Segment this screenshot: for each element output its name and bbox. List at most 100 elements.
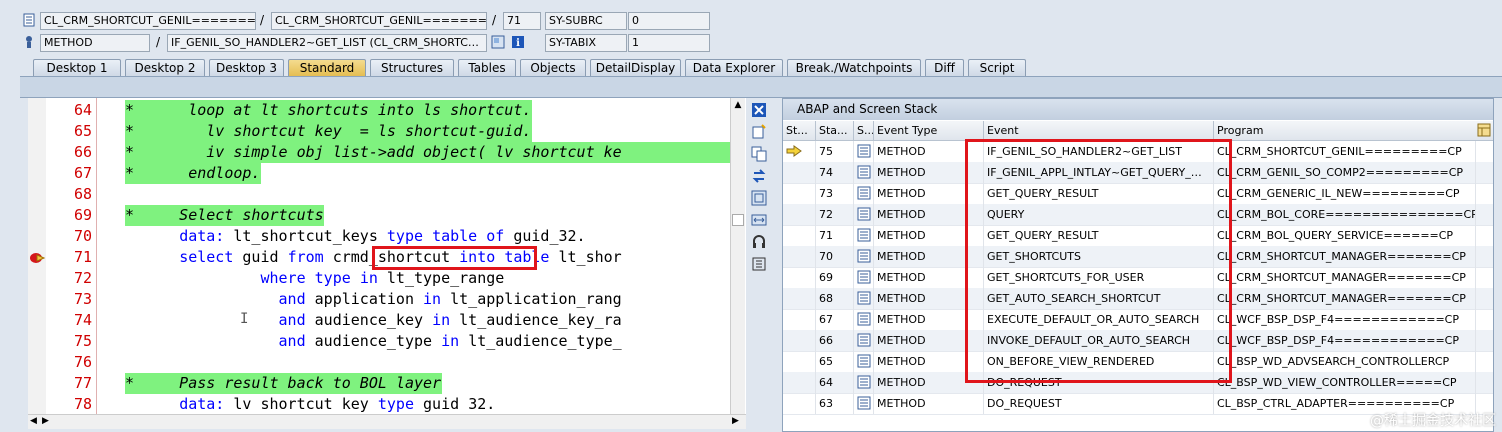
tab-script[interactable]: Script	[968, 59, 1026, 76]
source-code-icon[interactable]	[857, 375, 871, 389]
source-code-icon[interactable]	[857, 396, 871, 410]
info-icon[interactable]: i	[511, 35, 525, 49]
display-source-icon[interactable]	[491, 35, 505, 49]
event-name[interactable]: EXECUTE_DEFAULT_OR_AUTO_SEARCH	[984, 309, 1214, 330]
code-comment-line[interactable]: * Pass result back to BOL layer	[125, 373, 442, 394]
tab-detaildisplay[interactable]: DetailDisplay	[590, 59, 681, 76]
editor-horizontal-scrollbar[interactable]: ◀ ▶ ▶	[28, 414, 746, 429]
source-code-icon[interactable]	[857, 249, 871, 263]
event-name[interactable]: GET_QUERY_RESULT	[984, 183, 1214, 204]
tab-desktop-2[interactable]: Desktop 2	[125, 59, 205, 76]
tab-objects[interactable]: Objects	[520, 59, 586, 76]
code-comment-line[interactable]: * Select shortcuts	[125, 205, 325, 226]
copy-icon[interactable]	[751, 146, 767, 162]
settings-icon[interactable]	[751, 256, 767, 272]
column-header[interactable]: St...	[783, 121, 816, 140]
line-field[interactable]: 71	[503, 12, 541, 30]
headset-icon[interactable]	[751, 234, 767, 250]
event-name[interactable]: INVOKE_DEFAULT_OR_AUTO_SEARCH	[984, 330, 1214, 351]
source-cell[interactable]	[854, 183, 874, 204]
source-cell[interactable]	[854, 330, 874, 351]
event-name[interactable]: IF_GENIL_APPL_INTLAY~GET_QUERY_…	[984, 162, 1214, 183]
close-icon[interactable]	[751, 102, 767, 118]
code-line[interactable]: data: lt_shortcut_keys type table of gui…	[125, 226, 730, 247]
editor-vertical-scrollbar[interactable]: ▲	[730, 98, 745, 414]
source-cell[interactable]	[854, 162, 874, 183]
event-name[interactable]: DO_REQUEST	[984, 372, 1214, 393]
stack-row[interactable]: 73 METHOD GET_QUERY_RESULT CL_CRM_GENERIC_I…	[783, 183, 1493, 205]
event-type-field[interactable]: METHOD	[40, 34, 150, 52]
stack-row[interactable]: 66 METHOD INVOKE_DEFAULT_OR_AUTO_SEARCH CL_…	[783, 330, 1493, 352]
source-code-icon[interactable]	[857, 270, 871, 284]
sy-subrc-value[interactable]: 0	[628, 12, 710, 30]
event-name[interactable]: GET_AUTO_SEARCH_SHORTCUT	[984, 288, 1214, 309]
scroll-up-icon[interactable]: ▲	[732, 100, 744, 110]
column-header[interactable]: Sta...	[816, 121, 854, 140]
code-line[interactable]: and audience_type in lt_audience_type_	[125, 331, 730, 352]
code-comment-line[interactable]: * iv simple obj list->add object( lv sho…	[125, 142, 730, 163]
stack-row[interactable]: 70 METHOD GET_SHORTCUTS CL_CRM_SHORTCUT_MAN…	[783, 246, 1493, 268]
scroll-right-icon[interactable]: ▶	[42, 415, 49, 428]
source-cell[interactable]	[854, 267, 874, 288]
tab-diff[interactable]: Diff	[925, 59, 964, 76]
code-line[interactable]: where type in lt_type_range	[125, 268, 730, 289]
event-name[interactable]: ON_BEFORE_VIEW_RENDERED	[984, 351, 1214, 372]
stack-row[interactable]: 65 METHOD ON_BEFORE_VIEW_RENDERED CL_BSP_WD…	[783, 351, 1493, 373]
source-cell[interactable]	[854, 204, 874, 225]
source-cell[interactable]	[854, 288, 874, 309]
tab-desktop-3[interactable]: Desktop 3	[209, 59, 284, 76]
stack-row[interactable]: 69 METHOD GET_SHORTCUTS_FOR_USER CL_CRM_SHO…	[783, 267, 1493, 289]
maximize-icon[interactable]	[751, 190, 767, 206]
scroll-right-end-icon[interactable]: ▶	[732, 415, 739, 428]
event-name[interactable]: IF_GENIL_SO_HANDLER2~GET_LIST	[984, 141, 1214, 162]
source-code-icon[interactable]	[857, 228, 871, 242]
source-cell[interactable]	[854, 141, 874, 162]
resize-icon[interactable]	[751, 212, 767, 228]
tab-tables[interactable]: Tables	[458, 59, 516, 76]
stack-row[interactable]: 67 METHOD EXECUTE_DEFAULT_OR_AUTO_SEARCH CL…	[783, 309, 1493, 331]
stack-row[interactable]: 75 METHOD IF_GENIL_SO_HANDLER2~GET_LIST CL_…	[783, 141, 1493, 163]
stack-row[interactable]: 68 METHOD GET_AUTO_SEARCH_SHORTCUT CL_CRM_S…	[783, 288, 1493, 310]
scroll-left-icon[interactable]: ◀	[30, 415, 37, 428]
stack-row[interactable]: 72 METHOD QUERY CL_CRM_BOL_CORE============…	[783, 204, 1493, 226]
tab-data-explorer[interactable]: Data Explorer	[685, 59, 783, 76]
source-code-icon[interactable]	[857, 186, 871, 200]
code-line[interactable]: and audience_key in lt_audience_key_ra	[125, 310, 730, 331]
source-cell[interactable]	[854, 393, 874, 414]
column-header[interactable]: Program	[1214, 121, 1493, 140]
stack-row[interactable]: 74 METHOD IF_GENIL_APPL_INTLAY~GET_QUERY_……	[783, 162, 1493, 184]
event-name[interactable]: DO_REQUEST	[984, 393, 1214, 414]
code-comment-line[interactable]: * loop at lt shortcuts into ls shortcut.	[125, 100, 533, 121]
source-code-icon[interactable]	[857, 354, 871, 368]
stack-row[interactable]: 71 METHOD GET_QUERY_RESULT CL_CRM_BOL_QUERY…	[783, 225, 1493, 247]
source-cell[interactable]	[854, 351, 874, 372]
include-field[interactable]: CL_CRM_SHORTCUT_GENIL========…	[271, 12, 487, 30]
event-field[interactable]: IF_GENIL_SO_HANDLER2~GET_LIST (CL_CRM_SH…	[167, 34, 487, 52]
column-header[interactable]: Event	[984, 121, 1214, 140]
tab-break-watchpoints[interactable]: Break./Watchpoints	[787, 59, 921, 76]
scroll-thumb[interactable]	[732, 214, 744, 226]
tab-desktop-1[interactable]: Desktop 1	[33, 59, 121, 76]
code-line[interactable]: select guid from crmd_shortcut into tabl…	[125, 247, 730, 268]
tab-structures[interactable]: Structures	[370, 59, 454, 76]
code-line[interactable]: and application in lt_application_rang	[125, 289, 730, 310]
source-code-icon[interactable]	[857, 144, 871, 158]
breakpoint-icon[interactable]	[29, 251, 45, 265]
new-icon[interactable]	[751, 124, 767, 140]
source-cell[interactable]	[854, 225, 874, 246]
column-header[interactable]: Event Type	[874, 121, 984, 140]
code-line[interactable]: data: lv shortcut key type guid 32.	[125, 394, 730, 415]
swap-icon[interactable]	[751, 168, 767, 184]
sy-tabix-value[interactable]: 1	[628, 34, 710, 52]
source-code-icon[interactable]	[857, 207, 871, 221]
code-comment-line[interactable]: * lv shortcut key = ls shortcut-guid.	[125, 121, 533, 142]
event-name[interactable]: GET_QUERY_RESULT	[984, 225, 1214, 246]
tab-standard[interactable]: Standard	[288, 59, 366, 76]
source-code-icon[interactable]	[857, 165, 871, 179]
event-name[interactable]: GET_SHORTCUTS	[984, 246, 1214, 267]
layout-icon[interactable]	[1477, 123, 1491, 137]
program-field[interactable]: CL_CRM_SHORTCUT_GENIL========…	[40, 12, 256, 30]
code-comment-line[interactable]: * endloop.	[125, 163, 261, 184]
source-cell[interactable]	[854, 246, 874, 267]
stack-row[interactable]: 64 METHOD DO_REQUEST CL_BSP_WD_VIEW_CONTROL…	[783, 372, 1493, 394]
